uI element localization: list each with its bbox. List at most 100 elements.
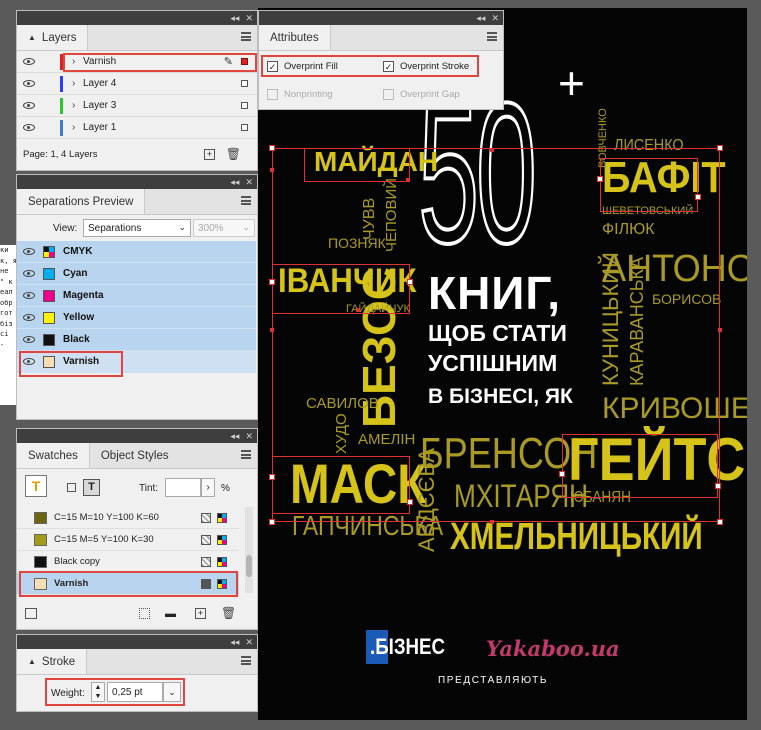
layer-name: Layer 3 <box>83 100 117 111</box>
separation-row-black[interactable]: Black <box>17 329 256 351</box>
formatting-text-icon[interactable]: T <box>83 479 100 496</box>
chevron-right-icon[interactable]: › <box>72 78 75 89</box>
magenta-swatch <box>43 289 55 302</box>
close-icon: ✕ <box>245 12 253 23</box>
chevron-down-icon: ⌄ <box>242 222 250 232</box>
tint-input[interactable] <box>165 478 201 497</box>
grid-view-icon[interactable] <box>139 608 150 619</box>
visibility-eye-icon[interactable] <box>23 336 35 343</box>
swatch-row-black-copy[interactable]: Black copy <box>17 551 239 573</box>
tab-object-styles[interactable]: Object Styles <box>90 443 180 468</box>
selection-mask <box>272 456 410 514</box>
visibility-eye-icon[interactable] <box>23 124 35 131</box>
cmyk-swatch-icon <box>43 245 55 258</box>
chevron-down-icon: ⌄ <box>178 222 186 232</box>
view-select[interactable]: Separations ⌄ <box>83 219 191 237</box>
visibility-eye-icon[interactable] <box>23 314 35 321</box>
formatting-container-icon[interactable] <box>67 483 76 492</box>
panel-menu-icon[interactable] <box>487 32 497 41</box>
layers-footer: Page: 1, 4 Layers + 🗑 <box>17 139 257 169</box>
folder-icon[interactable]: ▬ <box>165 608 176 620</box>
layer-name: Layer 1 <box>83 122 117 133</box>
visibility-eye-icon[interactable] <box>23 58 35 65</box>
selection-geits <box>562 434 718 498</box>
yellow-swatch <box>43 311 55 324</box>
layer-name: Layer 4 <box>83 78 117 89</box>
tab-attributes[interactable]: Attributes <box>259 25 331 50</box>
black-swatch <box>43 333 55 346</box>
visibility-eye-icon[interactable] <box>23 292 35 299</box>
layer-selection-square[interactable] <box>241 102 248 109</box>
cover-presents: ПРЕДСТАВЛЯЮТЬ <box>438 675 548 686</box>
tint-arrow-button[interactable]: › <box>201 478 215 497</box>
attributes-panel-titlebar[interactable]: ◂◂ ✕ <box>259 11 503 25</box>
visibility-eye-icon[interactable] <box>23 270 35 277</box>
process-color-icon <box>201 534 211 545</box>
checkbox-disabled-icon <box>383 89 394 100</box>
collapse-icon: ◂◂ <box>230 176 240 187</box>
tab-stroke[interactable]: ▲ Stroke <box>17 649 88 674</box>
swatch-row-c15m5y100k30[interactable]: C=15 M=5 Y=100 K=30 <box>17 529 239 551</box>
panel-menu-icon[interactable] <box>241 196 251 205</box>
swatches-footer: ▬ + 🗑 <box>17 603 257 627</box>
separations-titlebar[interactable]: ◂◂ ✕ <box>17 175 257 189</box>
separation-row-magenta[interactable]: Magenta <box>17 285 256 307</box>
layer-row-layer-4[interactable]: › Layer 4 <box>17 73 257 95</box>
visibility-eye-icon[interactable] <box>23 102 35 109</box>
cyan-swatch <box>43 267 55 280</box>
separation-row-yellow[interactable]: Yellow <box>17 307 256 329</box>
layer-selection-square[interactable] <box>241 124 248 131</box>
collapse-icon: ◂◂ <box>476 12 486 23</box>
close-icon: ✕ <box>245 176 253 187</box>
selection-ivanchyk <box>272 264 410 314</box>
highlight-varnish-layer <box>63 53 257 72</box>
tab-separations-preview[interactable]: Separations Preview <box>17 189 146 214</box>
panel-menu-icon[interactable] <box>241 450 251 459</box>
swatch-list-scrollbar[interactable] <box>245 507 253 593</box>
book-cover-canvas[interactable]: 50 + КНИГ, ЩОБ СТАТИ УСПІШНИМ В БІЗНЕСІ,… <box>258 8 747 720</box>
chevron-right-icon[interactable]: › <box>72 122 75 133</box>
collapse-icon: ◂◂ <box>230 636 240 647</box>
visibility-eye-icon[interactable] <box>23 248 35 255</box>
publisher-biznes-logo: .БІЗНЕС <box>366 630 476 664</box>
separation-row-cyan[interactable]: Cyan <box>17 263 256 285</box>
tab-swatches[interactable]: Swatches <box>17 443 90 468</box>
trash-icon[interactable]: 🗑 <box>226 147 241 161</box>
stroke-titlebar[interactable]: ◂◂ ✕ <box>17 635 257 649</box>
collapse-icon: ◂◂ <box>230 430 240 441</box>
layer-color-tag <box>60 98 63 114</box>
view-label: View: <box>53 223 78 234</box>
show-swatch-kinds-icon[interactable] <box>25 608 37 619</box>
panel-menu-icon[interactable] <box>241 656 251 665</box>
highlight-varnish-swatch <box>19 571 238 597</box>
trash-icon[interactable]: 🗑 <box>221 606 236 620</box>
collapse-toggle-icon[interactable]: ▲ <box>28 33 36 42</box>
process-color-icon <box>201 512 211 523</box>
new-swatch-icon[interactable]: + <box>195 608 206 619</box>
separation-row-cmyk[interactable]: CMYK <box>17 241 256 263</box>
cover-plus: + <box>558 57 585 109</box>
swatches-titlebar[interactable]: ◂◂ ✕ <box>17 429 257 443</box>
new-layer-icon[interactable]: + <box>204 148 215 160</box>
layer-row-layer-1[interactable]: › Layer 1 <box>17 117 257 139</box>
layer-row-layer-3[interactable]: › Layer 3 <box>17 95 257 117</box>
swatch-row-c15m10y100k60[interactable]: C=15 M=10 Y=100 K=60 <box>17 507 239 529</box>
selection-bafit <box>600 158 698 212</box>
layer-selection-square[interactable] <box>241 80 248 87</box>
fill-stroke-proxy-icon[interactable]: T <box>25 475 47 497</box>
highlight-varnish-separation <box>19 351 123 377</box>
visibility-eye-icon[interactable] <box>23 80 35 87</box>
zoom-select: 300% ⌄ <box>193 219 255 237</box>
collapse-toggle-icon[interactable]: ▲ <box>28 657 36 666</box>
checkbox-disabled-icon <box>267 89 278 100</box>
chevron-right-icon[interactable]: › <box>72 100 75 111</box>
tab-layers[interactable]: ▲ Layers <box>17 25 89 50</box>
layers-panel-titlebar[interactable]: ◂◂ ✕ <box>17 11 257 25</box>
cmyk-mode-icon <box>217 512 227 523</box>
panel-menu-icon[interactable] <box>241 32 251 41</box>
swatches-panel: ◂◂ ✕ Swatches Object Styles T T Tint: › %… <box>16 428 258 630</box>
cmyk-mode-icon <box>217 534 227 545</box>
highlight-weight-field <box>45 678 185 706</box>
process-color-icon <box>201 556 211 567</box>
layers-panel: ◂◂ ✕ ▲ Layers › Varnish ✎ › Layer 4 › Lay… <box>16 10 258 171</box>
